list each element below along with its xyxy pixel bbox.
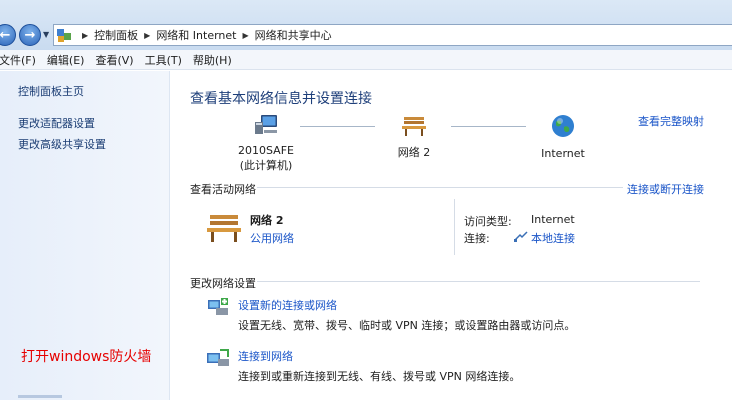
computer-name: 2010SAFE (238, 144, 294, 157)
breadcrumb-item-network-internet[interactable]: 网络和 Internet (156, 27, 236, 43)
menu-bar: 文件(F) 编辑(E) 查看(V) 工具(T) 帮助(H) (0, 50, 732, 70)
local-connection-link[interactable]: 本地连接 (531, 230, 575, 246)
breadcrumb[interactable]: ▶ 控制面板 ▶ 网络和 Internet ▶ 网络和共享中心 (53, 24, 732, 46)
map-node-computer[interactable]: 2010SAFE (此计算机) (231, 113, 301, 173)
sidebar: 控制面板主页 更改适配器设置 更改高级共享设置 打开windows防火墙 (0, 71, 170, 400)
sidebar-clipped-link (18, 395, 62, 398)
sidebar-item-control-panel-home[interactable]: 控制面板主页 (18, 83, 84, 99)
computer-icon (255, 115, 277, 134)
network-sharing-center-window: ← → ▼ ▶ 控制面板 ▶ 网络和 Internet ▶ 网络和共享中心 文件… (0, 0, 732, 400)
network-type-link[interactable]: 公用网络 (250, 230, 294, 246)
back-button[interactable]: ← (0, 24, 16, 46)
page-title: 查看基本网络信息并设置连接 (190, 91, 372, 107)
network-name: 网络 2 (397, 146, 431, 159)
divider (257, 281, 700, 282)
map-node-network[interactable]: 网络 2 (389, 115, 439, 160)
control-panel-icon (56, 27, 72, 43)
history-dropdown-icon[interactable]: ▼ (43, 30, 49, 39)
change-settings-heading: 更改网络设置 (190, 277, 256, 290)
globe-icon (552, 115, 574, 137)
bench-icon (207, 215, 241, 242)
breadcrumb-item-sharing-center[interactable]: 网络和共享中心 (255, 27, 332, 43)
firewall-annotation: 打开windows防火墙 (21, 349, 152, 365)
sidebar-item-adapter-settings[interactable]: 更改适配器设置 (18, 115, 95, 131)
breadcrumb-separator-icon[interactable]: ▶ (243, 31, 249, 40)
bench-icon (402, 117, 426, 136)
computer-sub: (此计算机) (239, 159, 293, 172)
setup-new-connection-link[interactable]: 设置新的连接或网络 (238, 297, 337, 313)
forward-arrow-icon: → (24, 27, 36, 43)
divider (257, 187, 623, 188)
map-node-internet[interactable]: Internet (533, 113, 593, 161)
menu-file[interactable]: 文件(F) (0, 52, 36, 68)
menu-tools[interactable]: 工具(T) (145, 52, 182, 68)
connect-to-network-link[interactable]: 连接到网络 (238, 348, 293, 364)
menu-edit[interactable]: 编辑(E) (47, 52, 85, 68)
new-connection-icon (208, 298, 228, 315)
divider (454, 199, 455, 255)
full-map-link[interactable]: 查看完整映射 (638, 113, 704, 129)
breadcrumb-separator-icon[interactable]: ▶ (144, 31, 150, 40)
back-arrow-icon: ← (0, 27, 11, 43)
connect-network-icon (207, 349, 229, 366)
main-content: 查看基本网络信息并设置连接 查看完整映射 2010SAFE (此计算机) 网络 … (171, 71, 732, 400)
setup-new-connection-desc: 设置无线、宽带、拨号、临时或 VPN 连接；或设置路由器或访问点。 (238, 319, 576, 332)
network-cable-icon (514, 231, 528, 242)
menu-help[interactable]: 帮助(H) (193, 52, 232, 68)
connect-disconnect-link[interactable]: 连接或断开连接 (627, 181, 704, 197)
breadcrumb-separator-icon[interactable]: ▶ (82, 31, 88, 40)
access-type-value: Internet (531, 213, 575, 226)
forward-button[interactable]: → (19, 24, 41, 46)
active-network-name: 网络 2 (250, 214, 284, 227)
menu-view[interactable]: 查看(V) (95, 52, 133, 68)
active-networks-heading: 查看活动网络 (190, 183, 256, 196)
breadcrumb-item-control-panel[interactable]: 控制面板 (94, 27, 138, 43)
connect-to-network-desc: 连接到或重新连接到无线、有线、拨号或 VPN 网络连接。 (238, 370, 521, 383)
address-bar-area: ← → ▼ ▶ 控制面板 ▶ 网络和 Internet ▶ 网络和共享中心 (0, 0, 732, 50)
map-link-line (300, 126, 375, 127)
access-type-label: 访问类型: (464, 215, 512, 228)
sidebar-item-advanced-sharing[interactable]: 更改高级共享设置 (18, 136, 106, 152)
internet-name: Internet (541, 147, 585, 160)
connection-label: 连接: (464, 232, 490, 245)
map-link-line (451, 126, 526, 127)
